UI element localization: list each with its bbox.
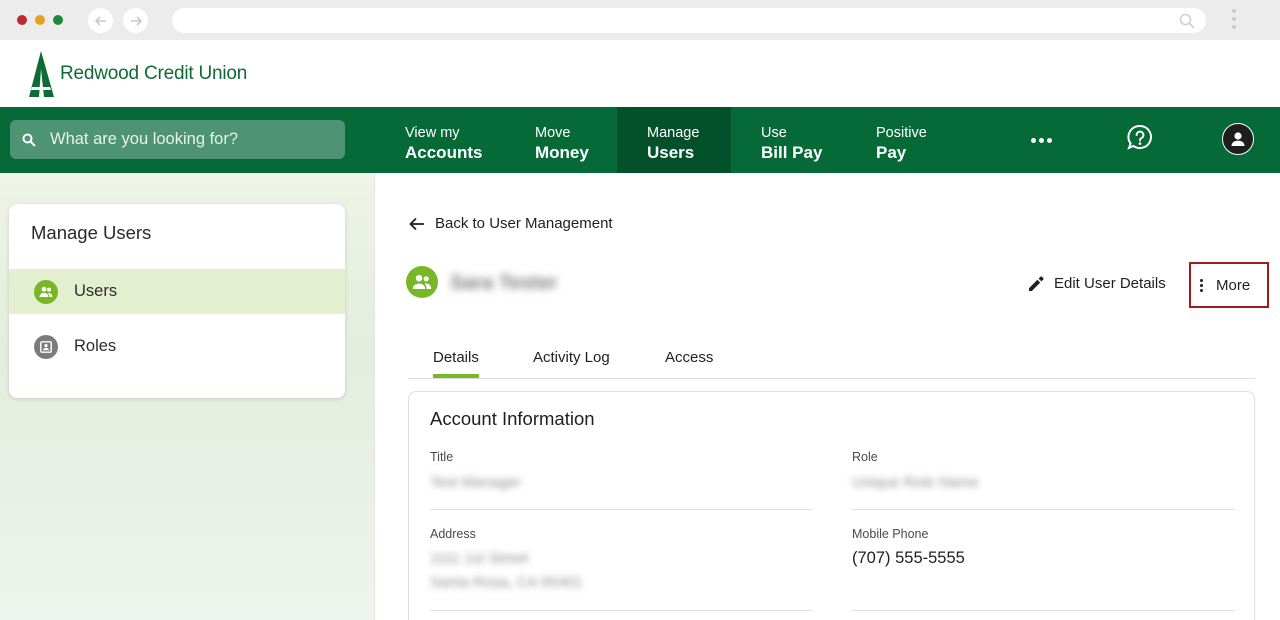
- arrow-left-icon: [409, 217, 424, 230]
- back-to-user-management-link[interactable]: Back to User Management: [409, 215, 613, 232]
- tab-activity-log[interactable]: Activity Log: [533, 349, 610, 366]
- address-line2: Santa Rosa, CA 95401: [430, 574, 583, 591]
- sidebar-card: Manage Users Users Roles: [9, 204, 345, 398]
- main-navigation: What are you looking for? View my Accoun…: [0, 107, 1280, 173]
- user-avatar-icon: [1231, 132, 1245, 146]
- sidebar-title: Manage Users: [31, 222, 152, 243]
- search-icon: [22, 133, 36, 147]
- nav-item-line1: Positive: [876, 125, 927, 141]
- redwood-tree-logo-icon: [29, 51, 54, 97]
- pencil-icon: [1029, 276, 1044, 291]
- window-maximize-dot[interactable]: [53, 15, 63, 25]
- address-bar[interactable]: [172, 8, 1206, 33]
- divider: [852, 509, 1235, 510]
- account-information-card: Account Information Title Test Manager R…: [408, 391, 1255, 620]
- nav-positive-pay[interactable]: Positive Pay: [876, 107, 966, 173]
- sidebar-item-label: Users: [74, 282, 118, 300]
- browser-forward-button[interactable]: [123, 8, 148, 33]
- mobile-phone-label: Mobile Phone: [852, 527, 929, 541]
- left-pane: Manage Users Users Roles: [0, 173, 375, 620]
- nav-view-accounts[interactable]: View my Accounts: [405, 107, 515, 173]
- users-icon: [34, 279, 58, 304]
- nav-item-line1: Use: [761, 125, 787, 141]
- tab-access[interactable]: Access: [665, 349, 713, 366]
- browser-chrome: [0, 0, 1280, 40]
- search-input[interactable]: What are you looking for?: [10, 120, 345, 159]
- nav-item-line2: Money: [535, 143, 589, 162]
- nav-item-line2: Users: [647, 143, 695, 162]
- brand-header: Redwood Credit Union: [0, 40, 1280, 107]
- back-link-label: Back to User Management: [435, 215, 613, 232]
- nav-bill-pay[interactable]: Use Bill Pay: [761, 107, 851, 173]
- arrow-right-icon: [130, 15, 142, 26]
- edit-user-details-button[interactable]: Edit User Details: [1028, 275, 1166, 292]
- browser-menu-icon[interactable]: [1231, 9, 1237, 33]
- divider: [430, 509, 813, 510]
- nav-item-line1: Move: [535, 125, 571, 141]
- title-label: Title: [430, 450, 454, 464]
- role-label: Role: [852, 450, 878, 464]
- title-value: Test Manager: [430, 474, 521, 491]
- user-group-icon: [406, 266, 438, 298]
- tab-label: Activity Log: [533, 349, 610, 366]
- more-vertical-icon: [1200, 278, 1203, 292]
- user-name-heading: Sara Tester: [450, 272, 558, 294]
- more-actions-button[interactable]: More: [1189, 262, 1269, 308]
- arrow-left-icon: [94, 15, 106, 26]
- search-icon: [1179, 13, 1195, 29]
- window-minimize-dot[interactable]: [35, 15, 45, 25]
- tab-label: Details: [433, 349, 479, 366]
- tab-label: Access: [665, 349, 714, 366]
- search-placeholder: What are you looking for?: [50, 130, 239, 148]
- sidebar-item-users[interactable]: Users: [9, 269, 345, 314]
- address-label: Address: [430, 527, 476, 541]
- nav-item-line2: Accounts: [405, 143, 483, 162]
- user-detail-tabs: Details Activity Log Access: [408, 340, 1255, 379]
- nav-item-line1: Manage: [647, 125, 700, 141]
- more-horizontal-icon[interactable]: [1031, 138, 1052, 143]
- tab-details[interactable]: Details: [433, 349, 479, 378]
- nav-move-money[interactable]: Move Money: [535, 107, 615, 173]
- nav-item-line1: View my: [405, 125, 460, 141]
- roles-icon: [34, 334, 58, 359]
- nav-item-line2: Pay: [876, 143, 907, 162]
- divider: [430, 610, 813, 611]
- window-close-dot[interactable]: [17, 15, 27, 25]
- address-line1: 1111 1st Street: [430, 550, 529, 567]
- sidebar-item-roles[interactable]: Roles: [9, 324, 345, 369]
- profile-button[interactable]: [1222, 123, 1254, 155]
- divider: [852, 610, 1235, 611]
- role-value: Unique Role Name: [852, 474, 979, 491]
- sidebar-item-label: Roles: [74, 337, 117, 355]
- browser-back-button[interactable]: [88, 8, 113, 33]
- more-label: More: [1216, 276, 1251, 294]
- brand-name[interactable]: Redwood Credit Union: [60, 63, 247, 85]
- nav-manage-users[interactable]: Manage Users: [617, 107, 731, 173]
- help-chat-icon[interactable]: [1126, 124, 1154, 152]
- nav-item-line2: Bill Pay: [761, 143, 823, 162]
- edit-user-details-label: Edit User Details: [1054, 275, 1166, 292]
- account-card-title: Account Information: [430, 408, 595, 429]
- mobile-phone-value: (707) 555-5555: [852, 549, 965, 567]
